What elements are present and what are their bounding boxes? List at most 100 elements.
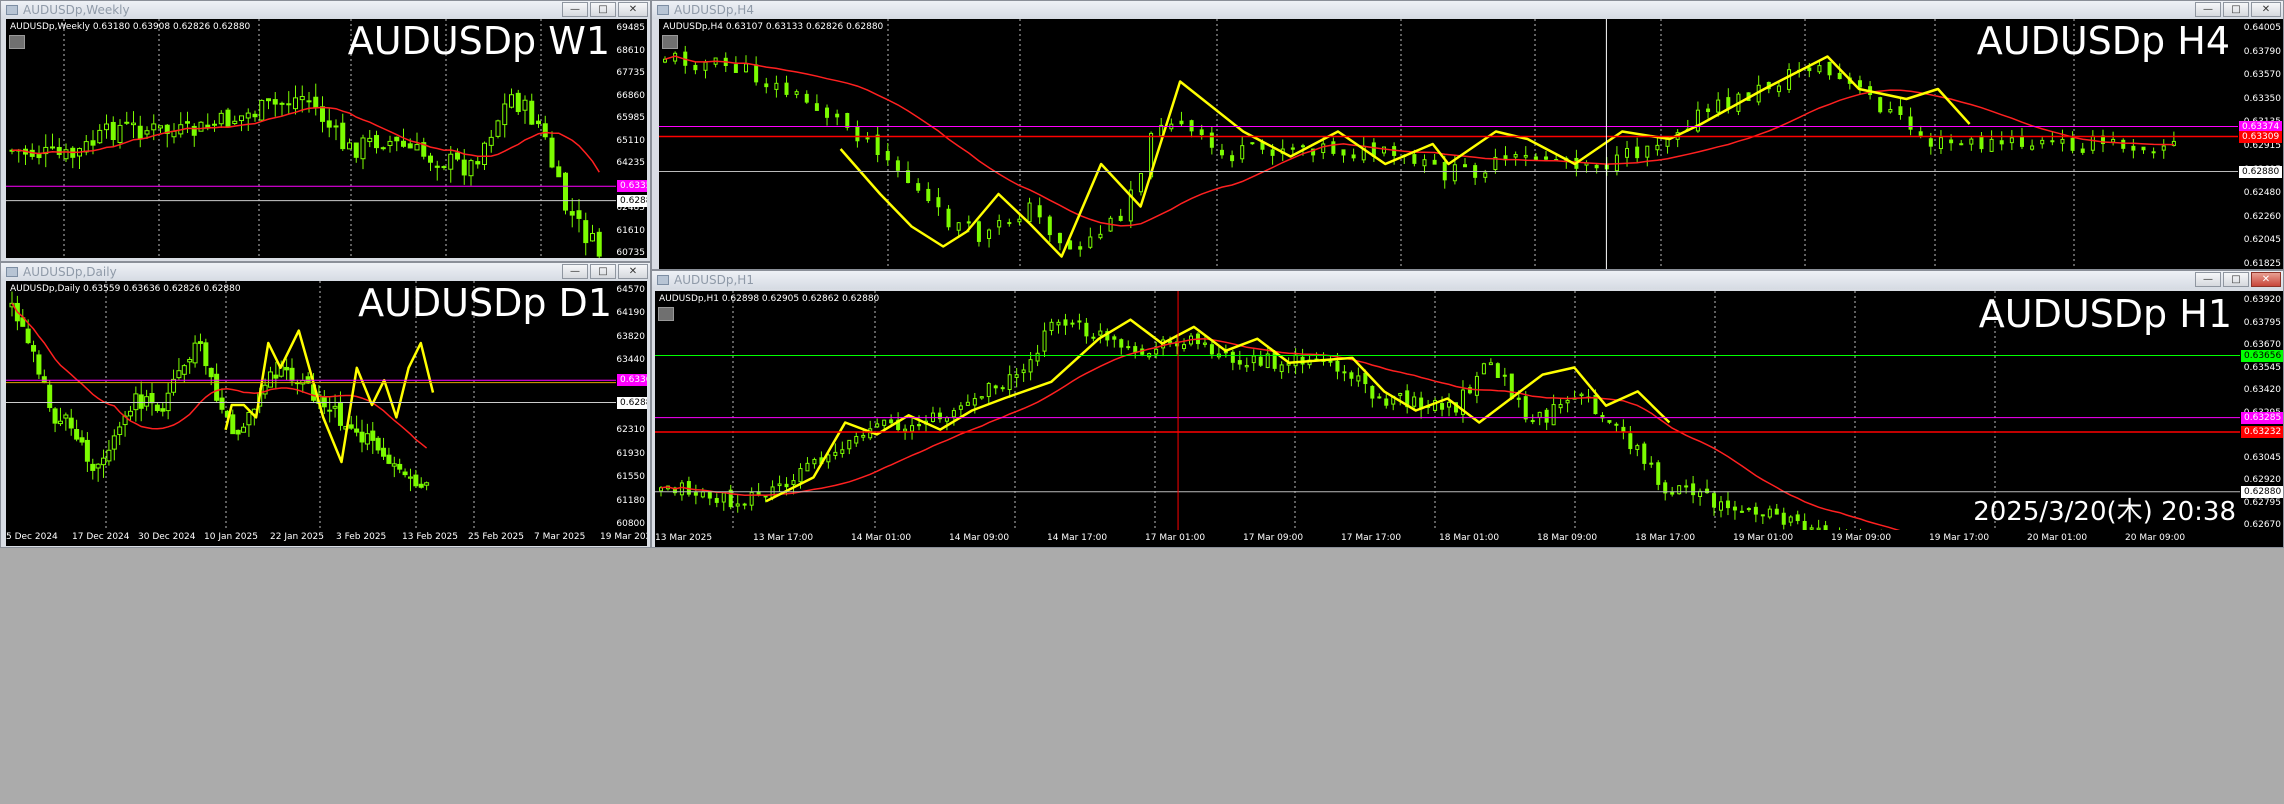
titlebar-h4[interactable]: AUDUSDp,H4 — □ ✕	[652, 1, 2283, 19]
minimize-button[interactable]: —	[2195, 272, 2221, 287]
candle-body	[1474, 375, 1479, 396]
candle-body	[1817, 65, 1822, 73]
candle-body	[1356, 375, 1361, 382]
chart-plot-d1[interactable]: AUDUSDp,Daily 0.63559 0.63636 0.62826 0.…	[6, 281, 616, 529]
candle-body	[1021, 369, 1026, 374]
current-price-label: 0.63232	[2241, 426, 2283, 438]
candle-body	[1300, 145, 1305, 148]
candle-body	[1279, 364, 1284, 373]
window-d1[interactable]: AUDUSDp,Daily — □ ✕ AUDUSDp,Daily 0.6355…	[0, 262, 651, 548]
candle-body	[354, 428, 360, 433]
candle-body	[916, 183, 921, 191]
candle-body	[1070, 322, 1075, 325]
current-price-label: 0.63656	[2241, 349, 2283, 362]
candle-body	[875, 134, 880, 155]
candle-body	[57, 420, 63, 425]
candle-body	[1642, 443, 1647, 464]
candle-body	[1807, 67, 1812, 72]
candle-body	[777, 483, 782, 487]
time-axis-d1[interactable]: 5 Dec 2024 17 Dec 2024 30 Dec 2024 10 Jan 2…	[6, 529, 647, 546]
titlebar-h1[interactable]: AUDUSDp,H1 — □ ✕	[652, 271, 2283, 289]
candle-body	[833, 451, 838, 456]
titlebar-w1[interactable]: AUDUSDp,Weekly — □ ✕	[1, 1, 650, 19]
maximize-button[interactable]: □	[2223, 272, 2249, 287]
close-button[interactable]: ✕	[618, 264, 648, 279]
candle-body	[375, 437, 381, 451]
window-h4[interactable]: AUDUSDp,H4 — □ ✕ AUDUSDp,H4 0.63107 0.63…	[651, 0, 2284, 270]
candle-body	[1017, 218, 1022, 223]
candle-body	[1154, 348, 1159, 355]
screenshot-icon[interactable]	[662, 35, 678, 49]
time-axis-h1[interactable]: 13 Mar 2025 13 Mar 17:00 14 Mar 01:00 14 Ma…	[655, 530, 2283, 547]
screenshot-icon[interactable]	[9, 35, 25, 49]
price-axis-h4[interactable]: 0.640050.637900.635700.633500.631350.629…	[2238, 19, 2283, 269]
candle-body	[865, 137, 870, 140]
price-axis-w1[interactable]: 0.69485 0.68610 0.67735 0.66860 0.65985 0.651…	[616, 19, 647, 258]
candle-body	[333, 125, 339, 128]
candle-body	[50, 146, 55, 149]
candle-body	[2151, 151, 2156, 154]
minimize-button[interactable]: —	[562, 2, 588, 17]
candle-body	[313, 96, 319, 109]
candle-body	[424, 482, 430, 486]
candle-body	[397, 463, 403, 470]
candle-body	[25, 328, 31, 344]
candle-body	[1138, 173, 1143, 193]
price-tick-label: 0.63440	[616, 355, 645, 366]
window-title-h4: AUDUSDp,H4	[674, 3, 754, 17]
minimize-button[interactable]: —	[2195, 2, 2221, 17]
candle-body	[198, 121, 204, 132]
candle-body	[1098, 330, 1103, 336]
maximize-button[interactable]: □	[590, 264, 616, 279]
close-button[interactable]: ✕	[618, 2, 648, 17]
candle-body	[197, 341, 203, 344]
candle-body	[1795, 514, 1800, 522]
candle-body	[337, 401, 343, 426]
candle-body	[1037, 205, 1042, 218]
candle-body	[1063, 319, 1068, 326]
candle-body	[1251, 355, 1256, 364]
titlebar-d1[interactable]: AUDUSDp,Daily — □ ✕	[1, 263, 650, 281]
candle-body	[1328, 360, 1333, 363]
close-button[interactable]: ✕	[2251, 2, 2281, 17]
candle-body	[1530, 420, 1535, 423]
screenshot-icon[interactable]	[658, 307, 674, 321]
time-tick-label: 19 Mar 2025	[600, 532, 647, 542]
candle-body	[272, 99, 278, 105]
minimize-button[interactable]: —	[562, 264, 588, 279]
time-tick-label: 18 Mar 09:00	[1537, 533, 1598, 543]
chart-plot-w1[interactable]: AUDUSDp,Weekly 0.63180 0.63908 0.62826 0…	[6, 19, 616, 258]
candle-body	[353, 142, 359, 158]
price-axis-d1[interactable]: 0.645700.641900.638200.634400.630600.626…	[616, 281, 647, 529]
close-button[interactable]: ✕	[2251, 272, 2281, 287]
candle-body	[171, 130, 177, 138]
candle-body	[1377, 396, 1382, 399]
candle-body	[917, 424, 922, 427]
candle-body	[693, 64, 698, 71]
candle-body	[1635, 146, 1640, 159]
candle-body	[90, 463, 96, 471]
candle-body	[2141, 146, 2146, 151]
candle-body	[1878, 97, 1883, 113]
window-h1[interactable]: AUDUSDp,H1 — □ ✕ AUDUSDp,H1 0.62898 0.62…	[651, 270, 2284, 548]
candle-body	[1513, 154, 1518, 158]
candle-body	[1712, 493, 1717, 508]
candle-body	[187, 358, 193, 363]
time-tick-label: 18 Mar 17:00	[1635, 533, 1696, 543]
candle-body	[36, 354, 42, 375]
chart-plot-h1[interactable]: AUDUSDp,H1 0.62898 0.62905 0.62862 0.628…	[655, 291, 2240, 530]
maximize-button[interactable]: □	[590, 2, 616, 17]
candle-body	[455, 152, 460, 160]
candle-body	[1341, 149, 1346, 156]
time-tick-label: 22 Jan 2025	[270, 532, 324, 542]
candle-body	[381, 447, 387, 457]
candle-body	[1349, 372, 1354, 379]
window-w1[interactable]: AUDUSDp,Weekly — □ ✕ AUDUSDp,Weekly 0.63…	[0, 0, 651, 262]
candle-body	[1209, 344, 1214, 355]
candle-body	[413, 474, 419, 487]
price-axis-h1[interactable]: 0.63920 0.63795 0.63670 0.63545 0.63420 0.632…	[2240, 291, 2283, 530]
chart-plot-h4[interactable]: AUDUSDp,H4 0.63107 0.63133 0.62826 0.628…	[659, 19, 2238, 269]
moving-average-line	[660, 337, 1901, 530]
price-tick-label: 0.62260	[2243, 211, 2281, 222]
maximize-button[interactable]: □	[2223, 2, 2249, 17]
